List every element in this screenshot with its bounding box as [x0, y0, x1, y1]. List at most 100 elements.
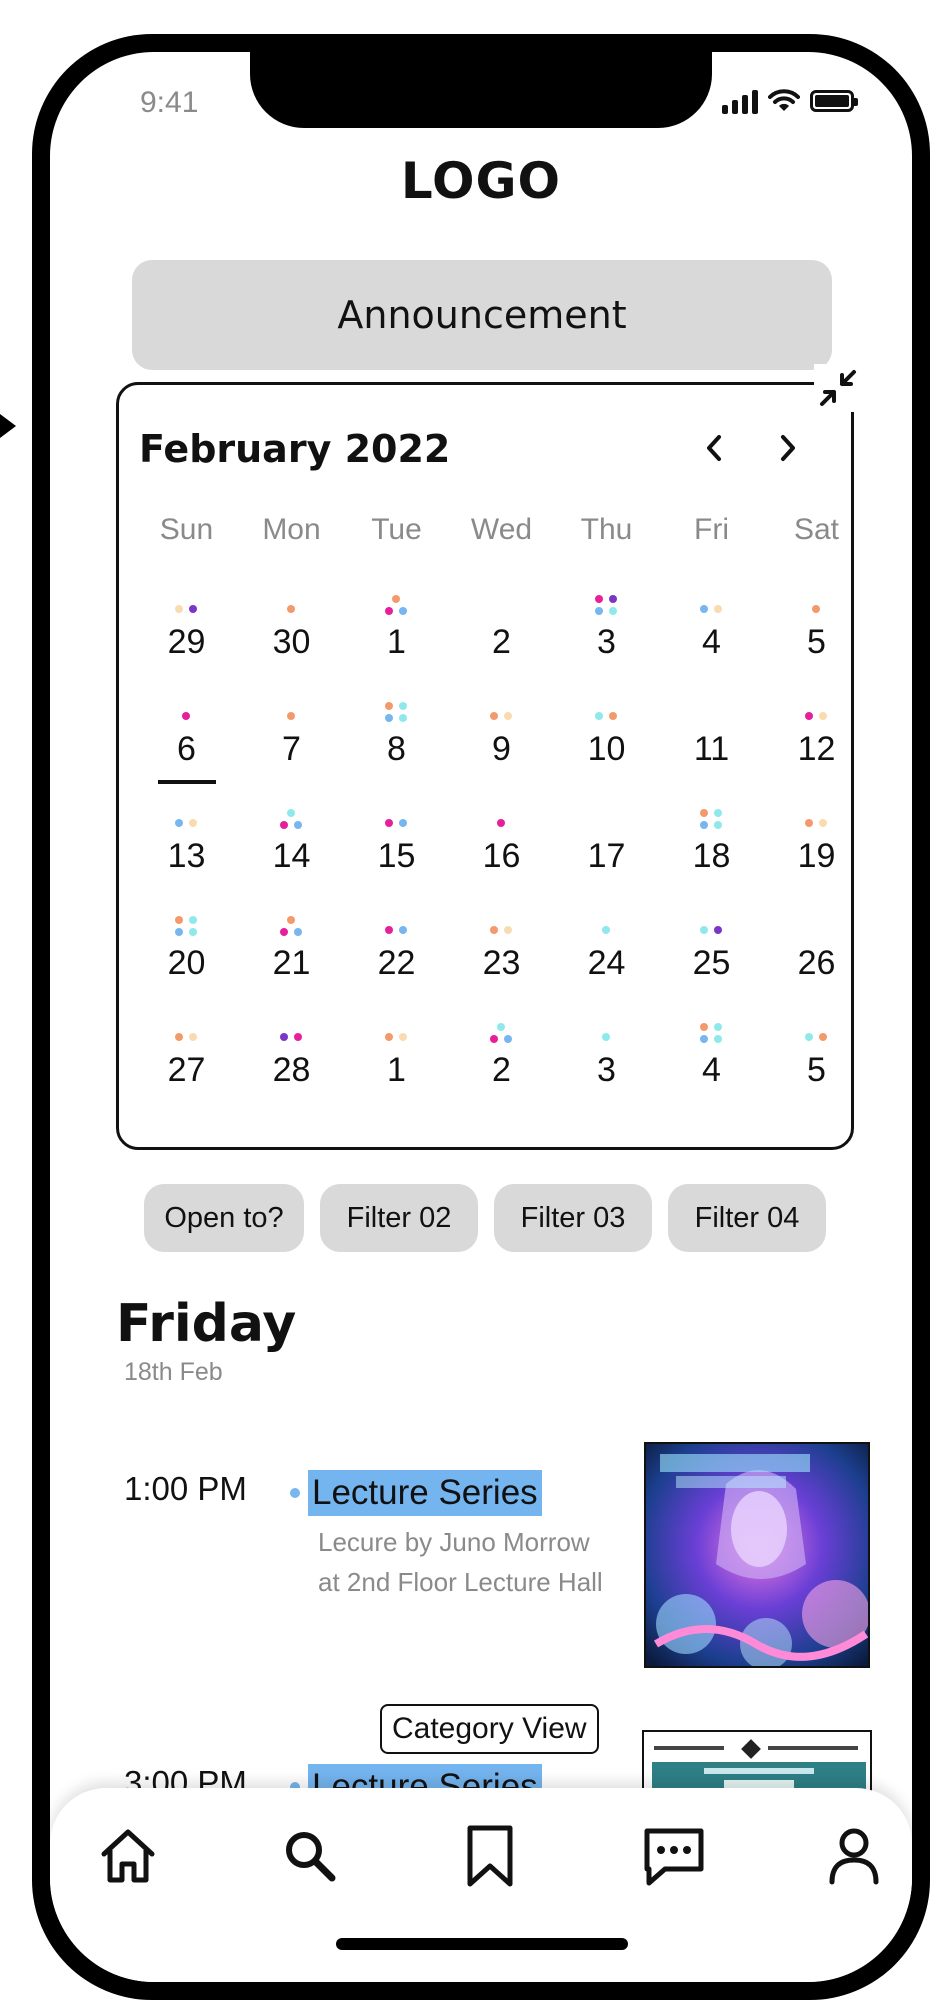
calendar-day[interactable]: 6	[134, 700, 239, 790]
calendar-day[interactable]: 26	[764, 914, 869, 1004]
calendar-day[interactable]: 13	[134, 807, 239, 897]
tab-messages[interactable]	[636, 1818, 712, 1894]
event-dot	[805, 712, 813, 720]
calendar-day[interactable]: 23	[449, 914, 554, 1004]
tab-search[interactable]	[272, 1818, 348, 1894]
previous-month-button[interactable]	[689, 423, 739, 473]
event-dot	[175, 1033, 183, 1041]
calendar-day[interactable]: 15	[344, 807, 449, 897]
event-dot	[602, 926, 610, 934]
event-dot	[490, 1035, 498, 1043]
calendar-day[interactable]: 4	[659, 593, 764, 683]
tab-bookmarks[interactable]	[452, 1818, 528, 1894]
calendar-day[interactable]: 4	[659, 1021, 764, 1111]
event-dots	[659, 807, 764, 833]
event-dot	[182, 712, 190, 720]
calendar-day[interactable]: 5	[764, 593, 869, 683]
calendar-day[interactable]: 12	[764, 700, 869, 790]
weekday-label: Fri	[694, 513, 729, 546]
event-dots	[764, 914, 869, 940]
event-dot	[609, 607, 617, 615]
event-title[interactable]: Lecture Series	[308, 1470, 542, 1516]
calendar-day[interactable]: 2	[449, 593, 554, 683]
calendar-day-number: 11	[693, 730, 730, 768]
event-dots	[764, 1021, 869, 1047]
event-dots	[134, 593, 239, 619]
event-dot	[714, 821, 722, 829]
event-dot	[294, 821, 302, 829]
calendar-day[interactable]: 17	[554, 807, 659, 897]
calendar-day[interactable]: 2	[449, 1021, 554, 1111]
event-dot	[700, 926, 708, 934]
event-dots	[449, 1021, 554, 1047]
event-dot	[490, 712, 498, 720]
announcement-button[interactable]: Announcement	[132, 260, 832, 370]
calendar-day[interactable]: 3	[554, 593, 659, 683]
tab-profile[interactable]	[816, 1818, 892, 1894]
calendar-day[interactable]: 11	[659, 700, 764, 790]
calendar-day[interactable]: 22	[344, 914, 449, 1004]
calendar-day[interactable]: 14	[239, 807, 344, 897]
search-icon	[286, 1832, 336, 1882]
event-dot	[497, 819, 505, 827]
calendar-day-number: 24	[587, 944, 626, 982]
calendar-day[interactable]: 20	[134, 914, 239, 1004]
collapse-calendar-button[interactable]	[814, 364, 862, 412]
event-dots	[134, 1021, 239, 1047]
calendar-day[interactable]: 7	[239, 700, 344, 790]
event-dot	[280, 821, 288, 829]
calendar-day-number: 13	[167, 837, 206, 875]
calendar-day[interactable]: 29	[134, 593, 239, 683]
calendar-day[interactable]: 24	[554, 914, 659, 1004]
calendar-day[interactable]: 30	[239, 593, 344, 683]
calendar-day[interactable]: 1	[344, 1021, 449, 1111]
filter-03[interactable]: Filter 03	[494, 1184, 652, 1252]
event-dot	[189, 928, 197, 936]
event-dot	[602, 1033, 610, 1041]
calendar-day-number: 12	[797, 730, 836, 768]
calendar-day-number: 16	[482, 837, 521, 875]
app-logo: LOGO	[400, 152, 562, 210]
event-dots	[134, 700, 239, 726]
event-dots	[134, 914, 239, 940]
calendar-day[interactable]: 5	[764, 1021, 869, 1111]
tab-home[interactable]	[90, 1818, 166, 1894]
calendar-day[interactable]: 27	[134, 1021, 239, 1111]
event-dot	[714, 1023, 722, 1031]
filter-chips: Open to? Filter 02 Filter 03 Filter 04	[144, 1184, 826, 1252]
calendar-day[interactable]: 1	[344, 593, 449, 683]
calendar-day-number: 30	[272, 623, 311, 661]
filter-02[interactable]: Filter 02	[320, 1184, 478, 1252]
event-dots	[764, 807, 869, 833]
filter-04[interactable]: Filter 04	[668, 1184, 826, 1252]
calendar-day[interactable]: 3	[554, 1021, 659, 1111]
calendar-day[interactable]: 16	[449, 807, 554, 897]
calendar-day-number: 7	[282, 730, 301, 768]
event-dot	[189, 819, 197, 827]
event-dots	[554, 807, 659, 833]
calendar-day[interactable]: 19	[764, 807, 869, 897]
calendar-day[interactable]: 28	[239, 1021, 344, 1111]
calendar-day-number: 5	[807, 623, 826, 661]
calendar-day[interactable]: 18	[659, 807, 764, 897]
calendar-day-number: 17	[587, 837, 626, 875]
weekday-label: Wed	[470, 513, 533, 546]
event-dot	[700, 605, 708, 613]
event-dot	[385, 926, 393, 934]
calendar-day[interactable]: 25	[659, 914, 764, 1004]
event-dots	[764, 593, 869, 619]
event-dot	[399, 926, 407, 934]
event-poster-image[interactable]	[644, 1442, 870, 1668]
filter-open-to[interactable]: Open to?	[144, 1184, 304, 1252]
chevron-left-icon	[707, 435, 721, 461]
calendar-day-number: 19	[797, 837, 836, 875]
calendar-day[interactable]: 8	[344, 700, 449, 790]
calendar-day[interactable]: 9	[449, 700, 554, 790]
event-dot	[504, 926, 512, 934]
next-month-button[interactable]	[763, 423, 813, 473]
event-dot	[700, 1035, 708, 1043]
event-dot	[287, 605, 295, 613]
calendar-day[interactable]: 21	[239, 914, 344, 1004]
event-dot	[287, 712, 295, 720]
calendar-day[interactable]: 10	[554, 700, 659, 790]
